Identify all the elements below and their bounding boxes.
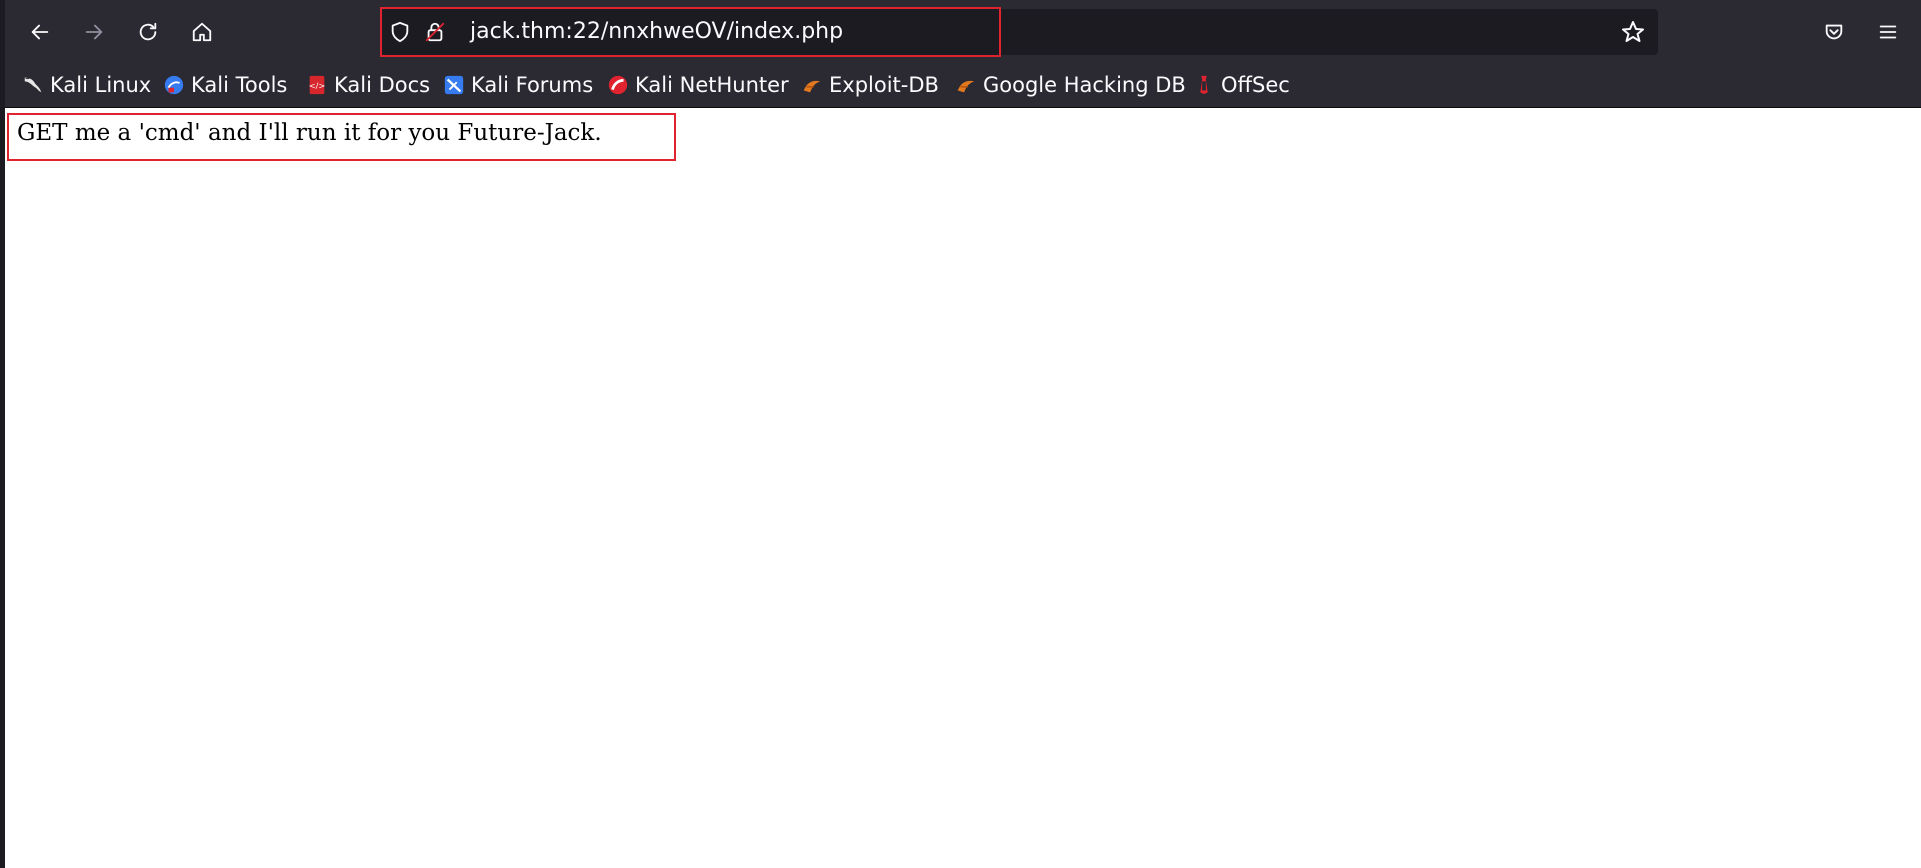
bookmark-kali-docs[interactable]: </> Kali Docs bbox=[306, 63, 430, 107]
home-button[interactable] bbox=[184, 14, 220, 50]
bookmark-label: Exploit-DB bbox=[829, 73, 939, 97]
kali-tools-icon bbox=[163, 74, 185, 96]
forward-button[interactable] bbox=[76, 14, 112, 50]
app-menu-button[interactable] bbox=[1870, 14, 1906, 50]
bookmark-label: Kali Forums bbox=[471, 73, 594, 97]
kali-dragon-icon bbox=[22, 74, 44, 96]
nethunter-icon bbox=[607, 74, 629, 96]
insecure-lock-icon[interactable] bbox=[422, 19, 448, 45]
address-bar[interactable]: jack.thm:22/nnxhweOV/index.php bbox=[380, 9, 1658, 55]
bookmark-kali-nethunter[interactable]: Kali NetHunter bbox=[607, 63, 789, 107]
bookmarks-toolbar: Kali Linux Kali Tools </> Kali Docs Kali… bbox=[0, 63, 1921, 108]
bookmark-offsec[interactable]: OffSec bbox=[1193, 63, 1290, 107]
kali-docs-icon: </> bbox=[306, 74, 328, 96]
bookmark-label: Kali NetHunter bbox=[635, 73, 789, 97]
exploit-db-icon bbox=[801, 74, 823, 96]
bookmark-label: Kali Linux bbox=[50, 73, 152, 97]
pocket-icon bbox=[1825, 24, 1843, 40]
page-body-text: GET me a 'cmd' and I'll run it for you F… bbox=[17, 120, 602, 146]
ghdb-icon bbox=[955, 74, 977, 96]
hamburger-menu-icon bbox=[1879, 25, 1897, 39]
offsec-icon bbox=[1193, 74, 1215, 96]
bookmark-google-hacking-db[interactable]: Google Hacking DB bbox=[955, 63, 1186, 107]
forward-arrow-icon bbox=[85, 24, 103, 40]
shield-icon[interactable] bbox=[387, 19, 413, 45]
bookmark-label: OffSec bbox=[1221, 73, 1290, 97]
reload-button[interactable] bbox=[130, 14, 166, 50]
star-icon bbox=[1622, 21, 1644, 42]
browser-window: jack.thm:22/nnxhweOV/index.php Kali Linu… bbox=[0, 0, 1921, 868]
url-text[interactable]: jack.thm:22/nnxhweOV/index.php bbox=[470, 9, 843, 55]
home-icon bbox=[192, 22, 212, 42]
bookmark-exploit-db[interactable]: Exploit-DB bbox=[801, 63, 939, 107]
page-content: GET me a 'cmd' and I'll run it for you F… bbox=[0, 108, 1921, 868]
svg-text:</>: </> bbox=[309, 81, 326, 91]
bookmark-kali-linux[interactable]: Kali Linux bbox=[22, 63, 151, 107]
bookmark-label: Kali Docs bbox=[334, 73, 431, 97]
back-button[interactable] bbox=[22, 14, 58, 50]
bookmark-kali-forums[interactable]: Kali Forums bbox=[443, 63, 593, 107]
bookmark-kali-tools[interactable]: Kali Tools bbox=[163, 63, 287, 107]
window-edge bbox=[0, 0, 5, 868]
bookmark-label: Google Hacking DB bbox=[983, 73, 1186, 97]
pocket-button[interactable] bbox=[1816, 14, 1852, 50]
reload-icon bbox=[139, 22, 157, 41]
bookmark-star-button[interactable] bbox=[1618, 17, 1648, 47]
navigation-toolbar: jack.thm:22/nnxhweOV/index.php bbox=[0, 0, 1921, 63]
kali-forums-icon bbox=[443, 74, 465, 96]
bookmark-label: Kali Tools bbox=[191, 73, 288, 97]
back-arrow-icon bbox=[31, 24, 49, 40]
